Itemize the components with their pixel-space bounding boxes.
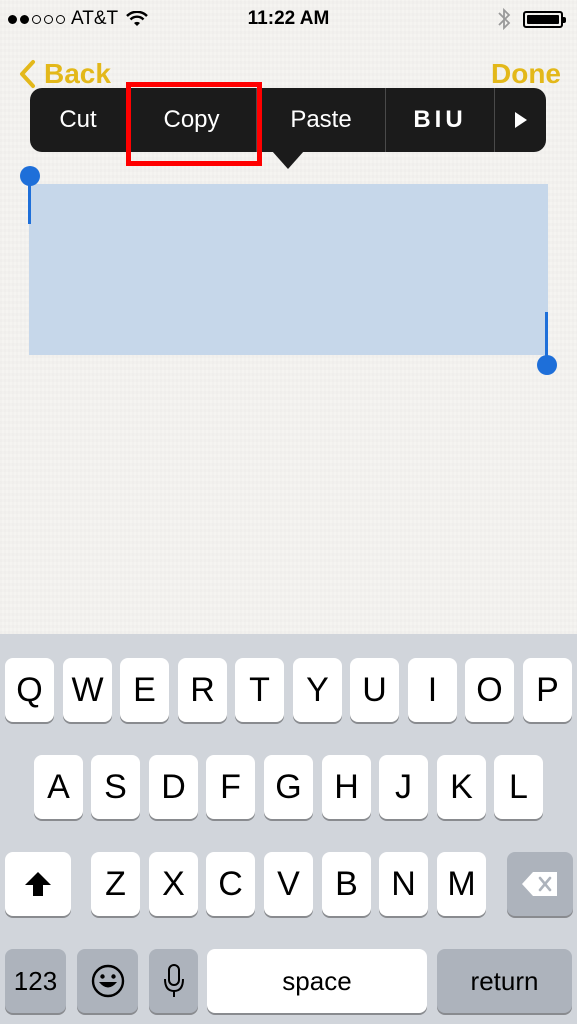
space-key-label: space: [282, 965, 352, 996]
format-label: BIU: [413, 106, 467, 133]
edit-menu: Cut Copy Paste BIU: [30, 88, 546, 152]
emoji-key[interactable]: [77, 949, 138, 1013]
key-g[interactable]: G: [264, 755, 313, 819]
delete-key[interactable]: [507, 852, 573, 916]
key-d[interactable]: D: [149, 755, 198, 819]
key-o[interactable]: O: [465, 658, 514, 722]
selection-end-knob[interactable]: [537, 355, 557, 375]
emoji-icon: [91, 964, 124, 998]
key-f[interactable]: F: [206, 755, 255, 819]
microphone-icon: [163, 964, 184, 997]
format-button[interactable]: BIU: [386, 88, 495, 152]
key-a[interactable]: A: [34, 755, 83, 819]
chevron-left-icon: [20, 60, 35, 88]
play-arrow-icon: [514, 112, 527, 128]
shift-arrow-icon: [25, 872, 51, 896]
key-r[interactable]: R: [178, 658, 227, 722]
dictation-key[interactable]: [149, 949, 198, 1013]
edit-menu-pointer: [272, 151, 304, 169]
status-bar: AT&T 11:22 AM: [0, 0, 577, 38]
return-key[interactable]: return: [437, 949, 572, 1013]
key-x[interactable]: X: [149, 852, 198, 916]
shift-key[interactable]: [5, 852, 71, 916]
bluetooth-icon: [498, 7, 511, 31]
key-t[interactable]: T: [235, 658, 284, 722]
key-k[interactable]: K: [437, 755, 486, 819]
return-key-label: return: [470, 965, 539, 996]
key-n[interactable]: N: [379, 852, 428, 916]
delete-backspace-icon: [522, 872, 557, 896]
key-v[interactable]: V: [264, 852, 313, 916]
paste-button[interactable]: Paste: [257, 88, 386, 152]
key-s[interactable]: S: [91, 755, 140, 819]
key-z[interactable]: Z: [91, 852, 140, 916]
numbers-key-label: 123: [13, 965, 58, 996]
key-i[interactable]: I: [408, 658, 457, 722]
selection-start-handle[interactable]: [28, 180, 31, 224]
key-b[interactable]: B: [322, 852, 371, 916]
key-p[interactable]: P: [523, 658, 572, 722]
text-selection: [29, 184, 548, 355]
key-h[interactable]: H: [322, 755, 371, 819]
key-u[interactable]: U: [350, 658, 399, 722]
more-button[interactable]: [495, 88, 546, 152]
numbers-key[interactable]: 123: [5, 949, 66, 1013]
battery-icon: [523, 11, 566, 28]
key-q[interactable]: Q: [5, 658, 54, 722]
key-j[interactable]: J: [379, 755, 428, 819]
key-m[interactable]: M: [437, 852, 486, 916]
key-c[interactable]: C: [206, 852, 255, 916]
key-w[interactable]: W: [63, 658, 112, 722]
status-time: 11:22 AM: [247, 8, 330, 29]
key-y[interactable]: Y: [293, 658, 342, 722]
space-key[interactable]: space: [207, 949, 427, 1013]
cut-button[interactable]: Cut: [30, 88, 127, 152]
back-button[interactable]: Back: [18, 58, 111, 90]
selection-start-knob[interactable]: [20, 166, 40, 186]
key-e[interactable]: E: [120, 658, 169, 722]
done-button[interactable]: Done: [491, 58, 561, 90]
copy-button[interactable]: Copy: [127, 88, 257, 152]
key-l[interactable]: L: [494, 755, 543, 819]
back-label: Back: [44, 58, 111, 89]
